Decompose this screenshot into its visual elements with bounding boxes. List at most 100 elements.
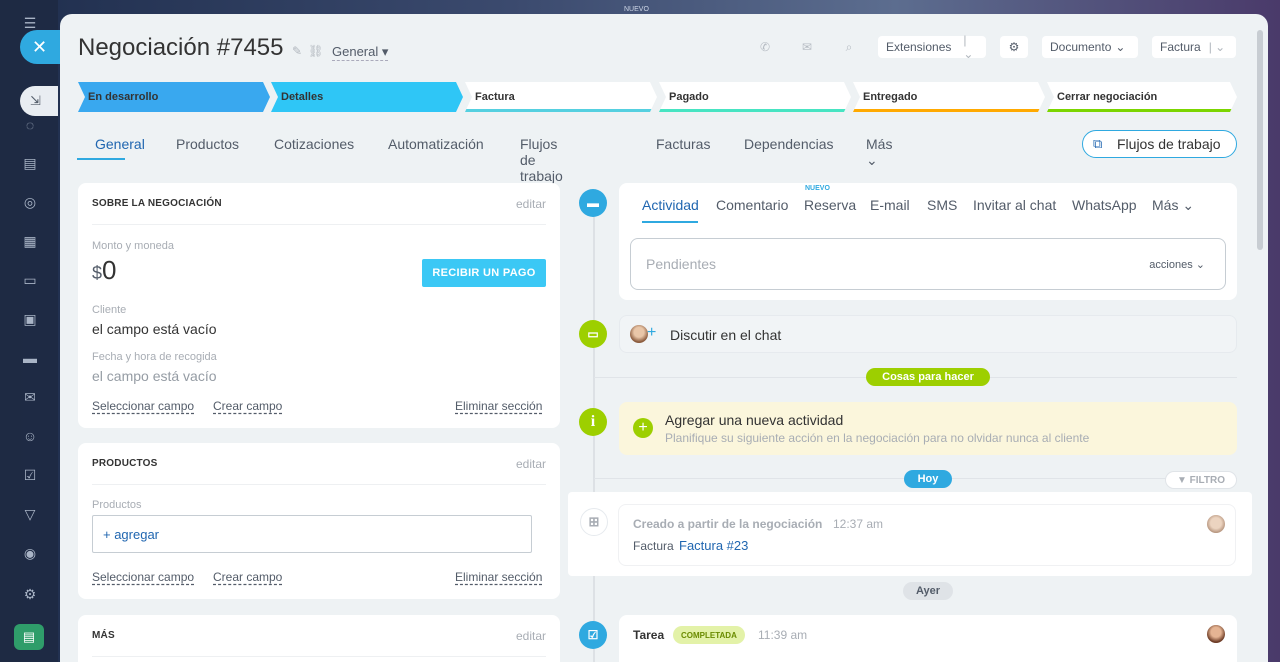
filter-button[interactable]: ▼ FILTRO bbox=[1165, 471, 1237, 489]
highlighted-item: ⊞ Creado a partir de la negociación 12:3… bbox=[568, 492, 1252, 576]
tab-reserva[interactable]: Reserva bbox=[804, 197, 856, 213]
field-value[interactable]: el campo está vacío bbox=[92, 321, 217, 337]
extensions-button[interactable]: Extensiones | ⌄ bbox=[878, 33, 986, 61]
active-tab-indicator bbox=[77, 158, 125, 160]
task-icon: ☑ bbox=[579, 621, 607, 649]
actions-dropdown[interactable]: acciones ⌄ bbox=[1149, 258, 1205, 271]
search-icon[interactable]: ⌕ bbox=[836, 36, 862, 58]
pencil-icon[interactable]: ✎ bbox=[292, 44, 308, 58]
delete-section-link[interactable]: Eliminar sección bbox=[455, 399, 542, 413]
users-icon[interactable]: ☺ bbox=[20, 427, 40, 445]
tab-dependencias[interactable]: Dependencias bbox=[744, 136, 834, 152]
stage-detalles[interactable]: Detalles bbox=[271, 82, 463, 112]
field-value[interactable]: el campo está vacío bbox=[92, 368, 217, 384]
file-icon[interactable]: ▭ bbox=[20, 271, 40, 289]
tab-mas[interactable]: Más ⌄ bbox=[866, 136, 892, 169]
pin-button[interactable]: ⇲ bbox=[20, 86, 58, 116]
create-field-link[interactable]: Crear campo bbox=[213, 399, 282, 413]
filter-icon: ▼ bbox=[1176, 474, 1190, 486]
edit-link[interactable]: editar bbox=[516, 197, 546, 211]
pending-field[interactable]: Pendientes acciones ⌄ bbox=[630, 238, 1226, 290]
new-activity-title: Agregar una nueva actividad bbox=[665, 412, 844, 428]
settings-button[interactable]: ⚙ bbox=[1000, 36, 1028, 58]
stage-en-desarrollo[interactable]: En desarrollo bbox=[78, 82, 270, 112]
chat-icon[interactable]: ◌ bbox=[20, 116, 40, 134]
plus-icon[interactable]: + bbox=[633, 418, 653, 438]
tab-whatsapp[interactable]: WhatsApp bbox=[1072, 197, 1137, 213]
created-time: 12:37 am bbox=[833, 517, 884, 531]
info-icon: i bbox=[579, 408, 607, 436]
edit-link[interactable]: editar bbox=[516, 629, 546, 643]
divider bbox=[92, 224, 546, 225]
board-icon[interactable]: ▣ bbox=[20, 310, 40, 328]
card-icon[interactable]: ▬ bbox=[20, 349, 40, 367]
tab-mas[interactable]: Más ⌄ bbox=[1152, 197, 1194, 214]
avatar bbox=[1207, 515, 1225, 533]
gear-icon: ⚙ bbox=[1008, 40, 1020, 54]
tab-comentario[interactable]: Comentario bbox=[716, 197, 788, 213]
tab-general[interactable]: General bbox=[95, 136, 145, 152]
delete-section-link[interactable]: Eliminar sección bbox=[455, 570, 542, 584]
add-product-field[interactable]: + agregar bbox=[92, 515, 532, 553]
gear-icon[interactable]: ⚙ bbox=[20, 585, 40, 603]
mail-icon[interactable]: ✉ bbox=[794, 36, 820, 58]
divider bbox=[92, 484, 546, 485]
actions-label: acciones bbox=[1149, 258, 1193, 271]
tab-sms[interactable]: SMS bbox=[927, 197, 957, 213]
market-icon[interactable]: ▤ bbox=[14, 624, 44, 650]
robot-icon[interactable]: ◉ bbox=[20, 544, 40, 562]
mail-icon[interactable]: ✉ bbox=[20, 388, 40, 406]
edit-title-icons[interactable]: ✎⛓ bbox=[292, 44, 329, 58]
stage-label: Cerrar negociación bbox=[1057, 91, 1158, 103]
edit-link[interactable]: editar bbox=[516, 457, 546, 471]
tab-flujos[interactable]: Flujos de trabajo bbox=[520, 136, 563, 184]
tab-cotizaciones[interactable]: Cotizaciones bbox=[274, 136, 354, 152]
new-activity-desc: Planifique su siguiente acción en la neg… bbox=[665, 431, 1090, 445]
link-icon[interactable]: ⛓ bbox=[308, 44, 329, 58]
scrollbar[interactable] bbox=[1257, 30, 1263, 250]
tab-actividad[interactable]: Actividad bbox=[642, 197, 699, 213]
about-card: SOBRE LA NEGOCIACIÓN editar Monto y mone… bbox=[78, 183, 560, 428]
active-tab-indicator bbox=[642, 221, 698, 223]
document-icon[interactable]: ▤ bbox=[20, 154, 40, 172]
select-field-link[interactable]: Seleccionar campo bbox=[92, 570, 194, 584]
stage-cerrar[interactable]: Cerrar negociación bbox=[1047, 82, 1237, 112]
stage-entregado[interactable]: Entregado bbox=[853, 82, 1045, 112]
tab-facturas[interactable]: Facturas bbox=[656, 136, 710, 152]
phone-icon[interactable]: ✆ bbox=[752, 36, 778, 58]
stage-factura[interactable]: Factura bbox=[465, 82, 657, 112]
chevron-down-icon: | ⌄ bbox=[963, 33, 974, 61]
calendar-icon[interactable]: ▦ bbox=[20, 232, 40, 250]
top-nuevo-label: NUEVO bbox=[624, 6, 649, 13]
workflows-button[interactable]: ⧉ Flujos de trabajo bbox=[1082, 130, 1237, 158]
avatar bbox=[1207, 625, 1225, 643]
create-field-link[interactable]: Crear campo bbox=[213, 570, 282, 584]
close-slider-button[interactable]: ✕ bbox=[20, 30, 60, 64]
section-title: SOBRE LA NEGOCIACIÓN bbox=[92, 198, 222, 209]
receive-payment-button[interactable]: RECIBIR UN PAGO bbox=[422, 259, 546, 287]
new-activity-card[interactable]: + Agregar una nueva actividad Planifique… bbox=[619, 402, 1237, 455]
currency: $ bbox=[92, 263, 103, 283]
minimize-icon: ⇲ bbox=[30, 93, 41, 108]
section-title: PRODUCTOS bbox=[92, 458, 158, 469]
invoice-link[interactable]: Factura #23 bbox=[679, 538, 748, 553]
discuss-chat-card[interactable]: + Discutir en el chat bbox=[619, 315, 1237, 353]
pipeline-selector[interactable]: General ▾ bbox=[332, 44, 389, 61]
select-field-link[interactable]: Seleccionar campo bbox=[92, 399, 194, 413]
invoice-label: Factura bbox=[1160, 40, 1201, 54]
check-icon[interactable]: ☑ bbox=[20, 466, 40, 484]
filter-icon[interactable]: ▽ bbox=[20, 505, 40, 523]
field-label: Monto y moneda bbox=[92, 240, 174, 252]
discuss-chat-label: Discutir en el chat bbox=[670, 327, 782, 343]
tab-productos[interactable]: Productos bbox=[176, 136, 239, 152]
tab-email[interactable]: E-mail bbox=[870, 197, 910, 213]
tab-invitar-chat[interactable]: Invitar al chat bbox=[973, 197, 1056, 213]
tab-automatizacion[interactable]: Automatización bbox=[388, 136, 484, 152]
document-button[interactable]: Documento ⌄ bbox=[1042, 36, 1138, 58]
settings-icon[interactable]: ◎ bbox=[20, 193, 40, 211]
stage-pagado[interactable]: Pagado bbox=[659, 82, 851, 112]
invoice-button[interactable]: Factura | ⌄ bbox=[1152, 36, 1236, 58]
chevron-down-icon: ⌄ bbox=[866, 152, 878, 168]
activity-icon: ▬ bbox=[579, 189, 607, 217]
close-icon: ✕ bbox=[32, 36, 48, 57]
